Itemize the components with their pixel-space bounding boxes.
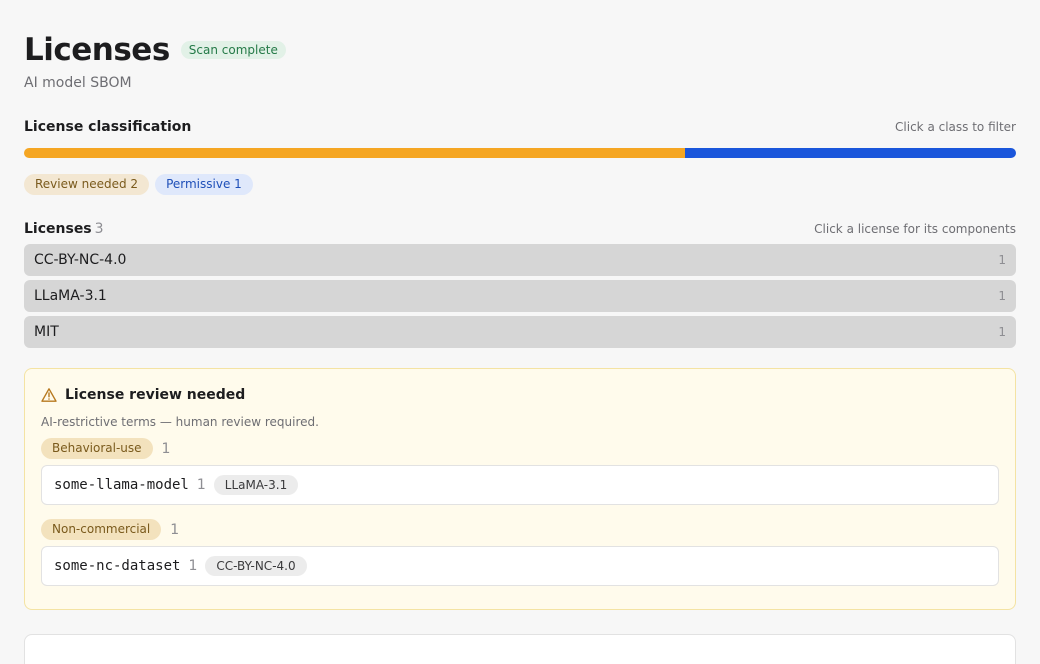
component-item-some-llama-model[interactable]: some-llama-model 1 LLaMA-3.1	[41, 465, 999, 505]
licenses-header: Licenses 3 Click a license for its compon…	[24, 220, 1016, 238]
classification-chips: Review needed 2 Permissive 1	[24, 174, 1016, 195]
page-title: Licenses	[24, 32, 170, 68]
status-badge: Scan complete	[180, 41, 286, 59]
licenses-count: 3	[94, 221, 104, 237]
license-row-llama[interactable]: LLaMA-3.1 1	[24, 280, 1016, 312]
classification-title: License classification	[24, 119, 192, 135]
license-name: LLaMA-3.1	[34, 288, 107, 304]
licenses-title: Licenses 3	[24, 220, 104, 238]
next-section-card	[24, 634, 1016, 664]
warning-triangle-icon	[41, 388, 57, 402]
classification-bar-review-segment[interactable]	[24, 148, 686, 158]
title-row: Licenses Scan complete	[24, 0, 1016, 69]
review-group-tag: Behavioral-use	[41, 438, 153, 459]
classification-bar	[24, 148, 1016, 158]
component-count: 1	[188, 558, 198, 574]
page-subtitle: AI model SBOM	[24, 75, 132, 91]
classification-hint: Click a class to filter	[895, 120, 1016, 134]
review-card-header: License review needed	[41, 386, 999, 404]
license-name: MIT	[34, 324, 59, 340]
component-name: some-llama-model	[54, 477, 189, 493]
review-group-count: 1	[161, 440, 171, 457]
page: Licenses Scan complete AI model SBOM Lic…	[0, 0, 1040, 664]
review-card-description: AI-restrictive terms — human review requ…	[41, 415, 319, 429]
filter-chip-permissive[interactable]: Permissive 1	[155, 174, 253, 195]
licenses-title-text: Licenses	[24, 221, 92, 237]
license-count: 1	[998, 289, 1006, 303]
license-count: 1	[998, 325, 1006, 339]
license-row-cc-by-nc[interactable]: CC-BY-NC-4.0 1	[24, 244, 1016, 276]
license-name: CC-BY-NC-4.0	[34, 252, 127, 268]
component-license-tag: CC-BY-NC-4.0	[205, 556, 307, 576]
classification-header: License classification Click a class to …	[24, 118, 1016, 136]
classification-bar-permissive-segment[interactable]	[685, 148, 1016, 158]
component-item-some-nc-dataset[interactable]: some-nc-dataset 1 CC-BY-NC-4.0	[41, 546, 999, 586]
license-review-card: License review needed AI-restrictive ter…	[24, 368, 1016, 610]
component-name: some-nc-dataset	[54, 558, 181, 574]
review-group-non-commercial: Non-commercial 1	[41, 519, 999, 540]
review-group-tag: Non-commercial	[41, 519, 162, 540]
component-license-tag: LLaMA-3.1	[213, 475, 299, 495]
review-group-count: 1	[170, 521, 180, 538]
license-list: CC-BY-NC-4.0 1 LLaMA-3.1 1 MIT 1	[24, 244, 1016, 348]
licenses-hint: Click a license for its components	[814, 222, 1016, 236]
component-count: 1	[196, 477, 206, 493]
review-card-title: License review needed	[65, 387, 246, 403]
license-count: 1	[998, 253, 1006, 267]
license-row-mit[interactable]: MIT 1	[24, 316, 1016, 348]
filter-chip-review-needed[interactable]: Review needed 2	[24, 174, 150, 195]
review-group-behavioral-use: Behavioral-use 1	[41, 438, 999, 459]
